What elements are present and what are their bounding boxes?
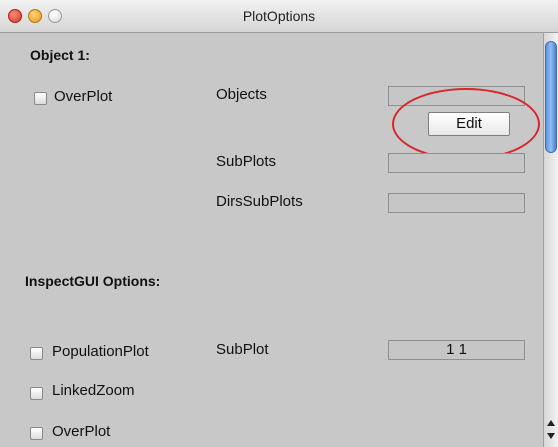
vertical-scrollbar[interactable] <box>543 33 558 447</box>
subplots-label: SubPlots <box>216 153 277 170</box>
plot-options-window: PlotOptions Object 1: OverPlot Objects E… <box>0 0 558 447</box>
subplots-field[interactable] <box>388 153 525 173</box>
bottom-overplot-checkbox[interactable] <box>30 427 43 440</box>
linked-zoom-checkbox[interactable] <box>30 387 43 400</box>
objects-label: Objects <box>216 86 267 103</box>
overplot-label: OverPlot <box>54 88 113 105</box>
scrollbar-thumb[interactable] <box>545 41 557 153</box>
object-heading: Object 1: <box>30 47 90 63</box>
subplot-field[interactable]: 1 1 <box>388 340 525 360</box>
overplot-checkbox[interactable] <box>34 92 47 105</box>
inspect-options-heading: InspectGUI Options: <box>25 273 161 289</box>
objects-field[interactable] <box>388 86 525 106</box>
subplot-label: SubPlot <box>216 341 269 358</box>
scroll-down-arrow-icon[interactable] <box>547 433 555 439</box>
dirs-subplots-label: DirsSubPlots <box>216 193 303 210</box>
population-plot-checkbox[interactable] <box>30 347 43 360</box>
title-bar: PlotOptions <box>0 0 558 33</box>
bottom-overplot-label: OverPlot <box>52 423 111 440</box>
population-plot-label: PopulationPlot <box>52 343 149 360</box>
scroll-up-arrow-icon[interactable] <box>547 420 555 426</box>
linked-zoom-label: LinkedZoom <box>52 382 135 399</box>
dirs-subplots-field[interactable] <box>388 193 525 213</box>
window-title: PlotOptions <box>242 8 316 24</box>
edit-button[interactable]: Edit <box>428 112 510 136</box>
